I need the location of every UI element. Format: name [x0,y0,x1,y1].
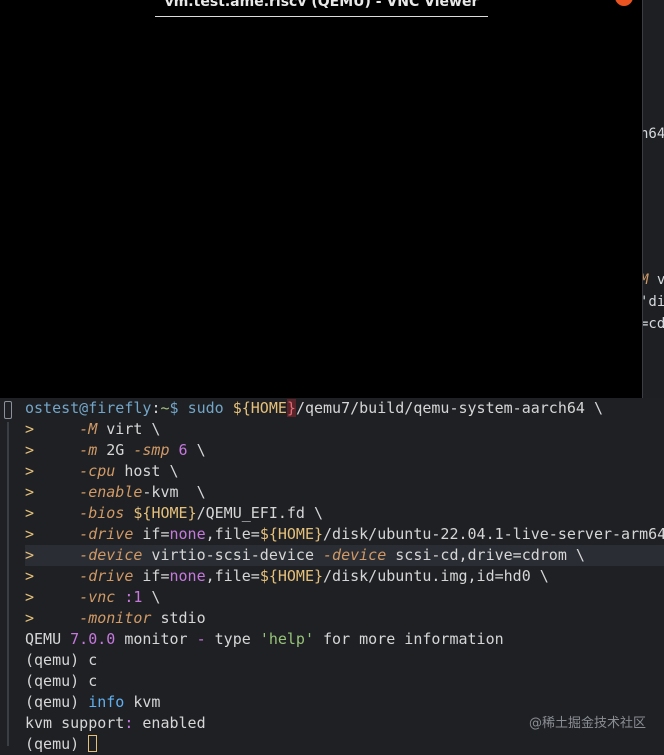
monitor-prompt: (qemu) [25,651,80,669]
var-home: HOME [250,399,287,417]
prompt-dollar: $ [169,399,179,417]
prompt-path: ~ [160,399,170,417]
var-open: ${ [232,399,251,417]
continuation-line-highlighted: > -device virtio-scsi-device -device scs… [25,545,664,566]
monitor-prompt: (qemu) [25,693,80,711]
background-text: M v [640,272,664,288]
continuation-line: > -enable-kvm \ [25,483,206,501]
qemu-banner: QEMU 7.0.0 monitor - type 'help' for mor… [25,630,504,648]
block-rail [7,422,9,746]
continuation-line: > -drive if=none,file=${HOME}/disk/ubunt… [25,567,549,585]
background-text: =cd [640,316,664,332]
monitor-line: (qemu) info kvm [25,693,161,711]
window-title: vm.test.ame.riscv (QEMU) - VNC Viewer [155,0,488,17]
text-cursor[interactable] [88,735,98,752]
monitor-prompt: (qemu) [25,735,80,753]
terminal-panel[interactable]: ostest@firefly:~$ sudo ${HOME}/qemu7/bui… [0,398,664,754]
monitor-line: (qemu) c [25,672,98,690]
var-close: } [286,399,296,417]
continuation-line: > -vnc :1 \ [25,588,161,606]
continuation-line: > -M virt \ [25,420,161,438]
monitor-line: (qemu) c [25,651,98,669]
continuation-line: > -m 2G -smp 6 \ [25,441,206,459]
close-icon[interactable] [615,0,633,6]
continuation-line: > -cpu host \ [25,462,179,480]
terminal-output: ostest@firefly:~$ sudo ${HOME}/qemu7/bui… [25,398,664,755]
monitor-prompt: (qemu) [25,672,80,690]
vnc-viewer-window[interactable]: vm.test.ame.riscv (QEMU) - VNC Viewer [0,0,643,398]
block-marker-icon [4,401,12,419]
watermark: @稀土掘金技术社区 [528,716,646,731]
prompt-user: ostest@firefly [25,399,152,417]
continuation-line: > -monitor stdio [25,609,206,627]
monitor-input-line[interactable]: (qemu) [25,734,664,755]
continuation-line: > -bios ${HOME}/QEMU_EFI.fd \ [25,504,324,522]
continuation-line: > -drive if=none,file=${HOME}/disk/ubunt… [25,525,664,543]
background-text: 'di [640,294,664,310]
background-text: n64 [640,126,664,142]
command-rest: /qemu7/build/qemu-system-aarch64 \ [295,399,603,417]
command-sudo: sudo [187,399,224,417]
terminal-gutter [2,400,12,754]
command-line: ostest@firefly:~$ sudo ${HOME}/qemu7/bui… [25,398,664,419]
